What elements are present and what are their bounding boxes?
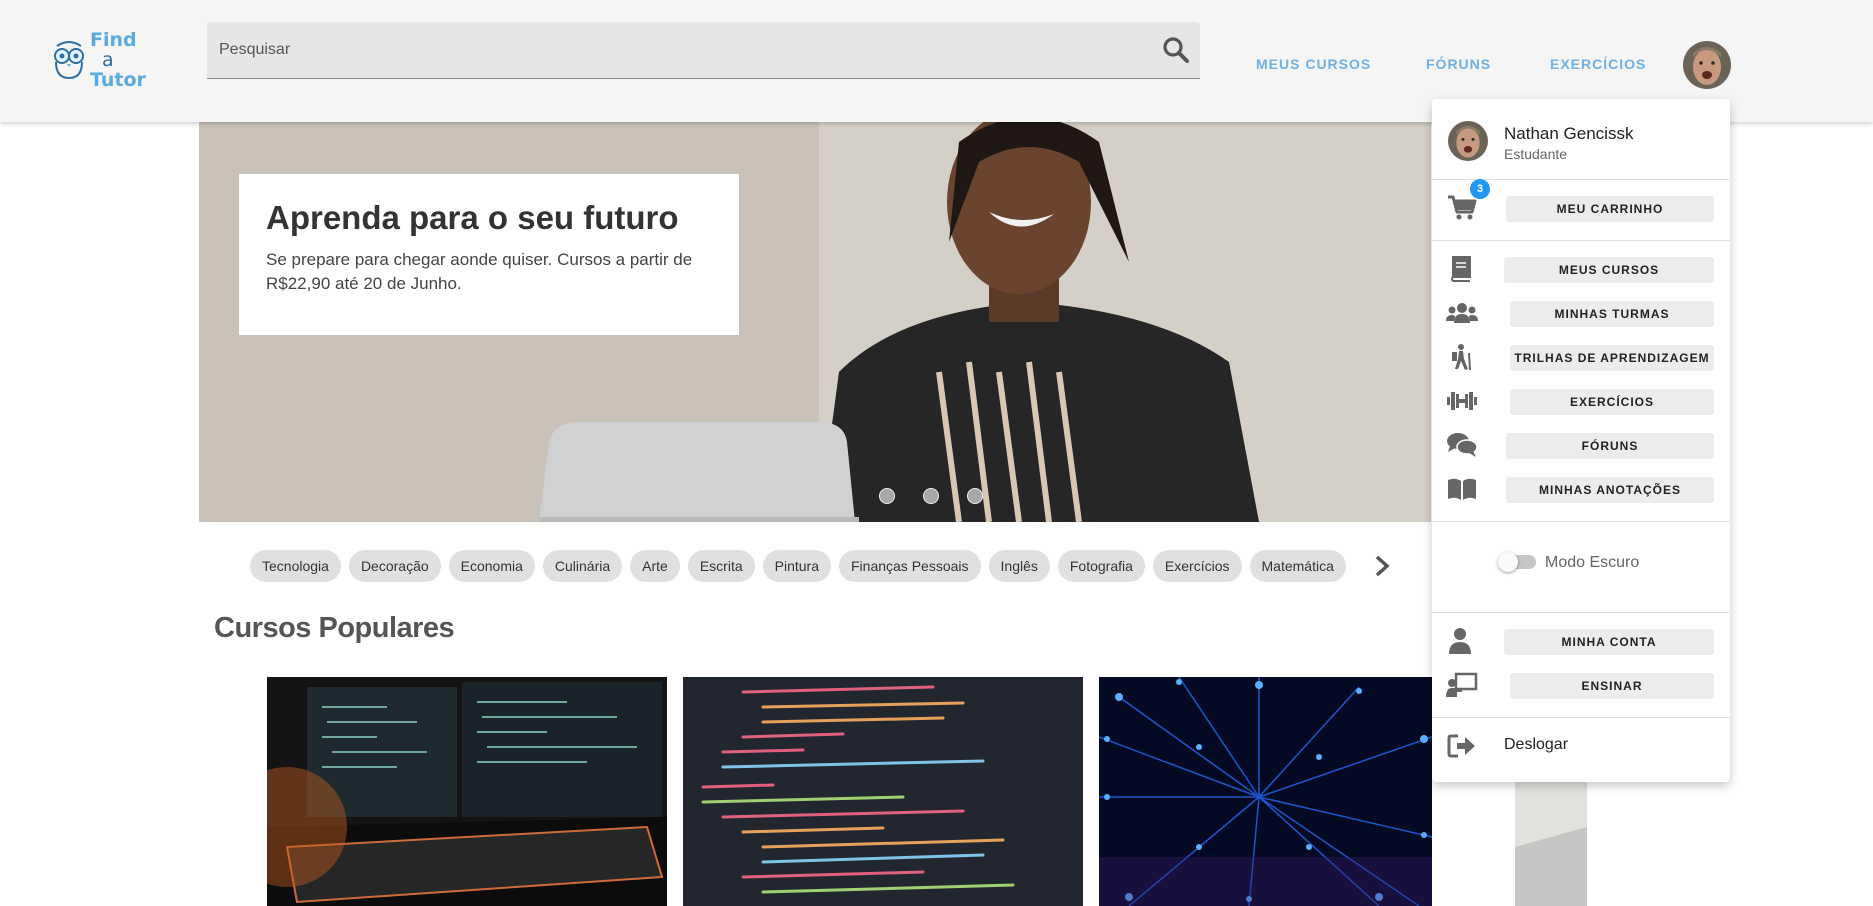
- carousel-dot-1[interactable]: [879, 488, 895, 504]
- user-avatar-button[interactable]: [1683, 41, 1731, 89]
- chip-decoracao[interactable]: Decoração: [348, 550, 441, 582]
- nav-foruns[interactable]: FÓRUNS: [1426, 56, 1491, 72]
- user-name: Nathan Gencissk: [1504, 124, 1634, 143]
- dumbbell-icon: [1447, 392, 1477, 410]
- carousel-dots: [879, 488, 1011, 509]
- chip-ingles[interactable]: Inglês: [988, 550, 1050, 582]
- divider: [1432, 717, 1730, 718]
- logo[interactable]: Find a Tutor: [52, 30, 152, 90]
- chip-culinaria[interactable]: Culinária: [542, 550, 623, 582]
- logo-word-tutor: Tutor: [90, 69, 146, 91]
- menu-minhas-anotacoes[interactable]: MINHAS ANOTAÇÕES: [1506, 477, 1714, 503]
- open-book-icon: [1448, 478, 1476, 500]
- chip-arte[interactable]: Arte: [630, 550, 680, 582]
- chevron-right-icon[interactable]: [1370, 552, 1394, 580]
- book-icon: [1450, 256, 1471, 282]
- dark-mode-toggle[interactable]: [1498, 552, 1536, 572]
- chip-exercicios[interactable]: Exercícios: [1152, 550, 1242, 582]
- menu-minha-conta[interactable]: MINHA CONTA: [1504, 629, 1714, 655]
- owl-logo-icon: [54, 41, 84, 80]
- group-icon: [1446, 303, 1478, 323]
- section-title: Cursos Populares: [214, 612, 455, 644]
- chip-matematica[interactable]: Matemática: [1249, 550, 1346, 582]
- logo-word-a: a: [102, 49, 114, 71]
- avatar: [1448, 121, 1488, 161]
- menu-foruns[interactable]: FÓRUNS: [1506, 433, 1714, 459]
- menu-meus-cursos[interactable]: MEUS CURSOS: [1504, 257, 1714, 283]
- nav-meus-cursos[interactable]: MEUS CURSOS: [1256, 56, 1371, 72]
- logout-link[interactable]: Deslogar: [1504, 736, 1568, 754]
- user-menu: Nathan Gencissk Estudante 3 MEU CARRINHO…: [1432, 99, 1730, 782]
- logout-icon: [1447, 734, 1475, 758]
- course-image-fiber-optic: [1099, 677, 1432, 906]
- nav-exercicios[interactable]: EXERCÍCIOS: [1550, 56, 1646, 72]
- hero-banner: Aprenda para o seu futuro Se prepare par…: [199, 122, 1431, 522]
- course-card-3[interactable]: [1099, 677, 1432, 906]
- divider: [1432, 521, 1730, 522]
- cart-icon: [1448, 195, 1477, 220]
- hero-text: Se prepare para chegar aonde quiser. Cur…: [266, 250, 693, 293]
- chip-fotografia[interactable]: Fotografia: [1057, 550, 1145, 582]
- avatar: [1683, 41, 1731, 89]
- chip-financas-pessoais[interactable]: Finanças Pessoais: [839, 550, 981, 582]
- search-input[interactable]: [219, 22, 1139, 78]
- chip-economia[interactable]: Economia: [448, 550, 535, 582]
- course-image-keyboard: [267, 677, 667, 906]
- divider: [1432, 240, 1730, 241]
- comments-icon: [1447, 433, 1478, 457]
- chip-escrita[interactable]: Escrita: [687, 550, 755, 582]
- carousel-dot-3[interactable]: [967, 488, 983, 504]
- teacher-icon: [1446, 672, 1478, 697]
- hero-card: Aprenda para o seu futuro Se prepare par…: [239, 174, 739, 335]
- menu-trilhas[interactable]: TRILHAS DE APRENDIZAGEM: [1510, 345, 1714, 371]
- logo-word-find: Find: [90, 29, 137, 51]
- cart-button[interactable]: MEU CARRINHO: [1506, 196, 1714, 222]
- search-icon[interactable]: [1162, 36, 1190, 64]
- toggle-knob: [1498, 552, 1518, 572]
- hiking-icon: [1452, 344, 1471, 371]
- search-bar: [207, 22, 1200, 79]
- chip-tecnologia[interactable]: Tecnologia: [250, 550, 341, 582]
- hero-title: Aprenda para o seu futuro: [266, 199, 679, 236]
- course-image-code: [683, 677, 1083, 906]
- cart-count-badge: 3: [1470, 179, 1490, 199]
- category-chips: Tecnologia Decoração Economia Culinária Arte…: [250, 550, 1354, 582]
- carousel-dot-2[interactable]: [923, 488, 939, 504]
- course-card-2[interactable]: [683, 677, 1083, 906]
- user-icon: [1449, 628, 1471, 654]
- user-role: Estudante: [1504, 146, 1568, 162]
- course-card-1[interactable]: [267, 677, 667, 906]
- chip-pintura[interactable]: Pintura: [762, 550, 831, 582]
- menu-exercicios[interactable]: EXERCÍCIOS: [1510, 389, 1714, 415]
- menu-minhas-turmas[interactable]: MINHAS TURMAS: [1510, 301, 1714, 327]
- dark-mode-label: Modo Escuro: [1545, 554, 1640, 571]
- divider: [1432, 612, 1730, 613]
- menu-ensinar[interactable]: ENSINAR: [1510, 673, 1714, 699]
